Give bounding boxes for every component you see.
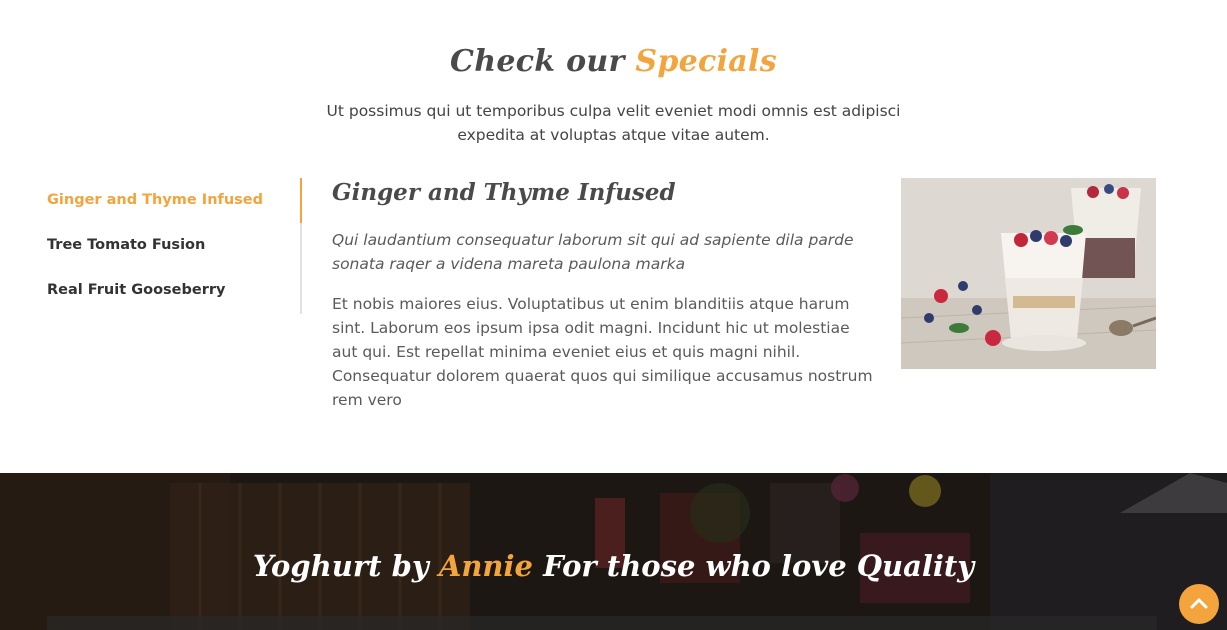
tab-real-fruit-gooseberry[interactable]: Real Fruit Gooseberry xyxy=(47,279,225,301)
section-subtitle: Ut possimus qui ut temporibus culpa veli… xyxy=(326,102,901,144)
tab-divider xyxy=(300,178,302,314)
section-title-part1: Check our xyxy=(450,44,625,79)
active-tab-indicator xyxy=(300,178,302,223)
detail-lead: Qui laudantium consequatur laborum sit q… xyxy=(332,231,854,273)
tab-tree-tomato[interactable]: Tree Tomato Fusion xyxy=(47,234,205,256)
special-detail: Ginger and Thyme Infused Qui laudantium … xyxy=(332,176,877,412)
section-title-accent: Specials xyxy=(635,44,777,79)
banner-content-panel xyxy=(47,616,1157,630)
banner-title: Yoghurt by Annie For those who love Qual… xyxy=(0,549,1227,583)
banner-title-part3: For those who love Quality xyxy=(543,549,975,583)
tab-ginger-thyme[interactable]: Ginger and Thyme Infused xyxy=(47,189,263,211)
section-title: Check our Specials xyxy=(0,44,1227,79)
yoghurt-photo-illustration xyxy=(901,178,1156,369)
detail-heading: Ginger and Thyme Infused xyxy=(332,179,676,206)
back-to-top-button[interactable] xyxy=(1179,584,1219,624)
chevron-up-icon xyxy=(1190,598,1208,609)
banner-title-accent: Annie xyxy=(438,549,533,583)
detail-body: Et nobis maiores eius. Voluptatibus ut e… xyxy=(332,295,873,409)
yoghurt-berries-photo xyxy=(901,178,1156,369)
specials-section: Check our Specials Ut possimus qui ut te… xyxy=(0,0,1227,473)
specials-tab-list: Ginger and Thyme Infused Tree Tomato Fus… xyxy=(47,178,302,314)
quality-banner: Yoghurt by Annie For those who love Qual… xyxy=(0,473,1227,630)
banner-title-part1: Yoghurt by xyxy=(252,549,429,583)
